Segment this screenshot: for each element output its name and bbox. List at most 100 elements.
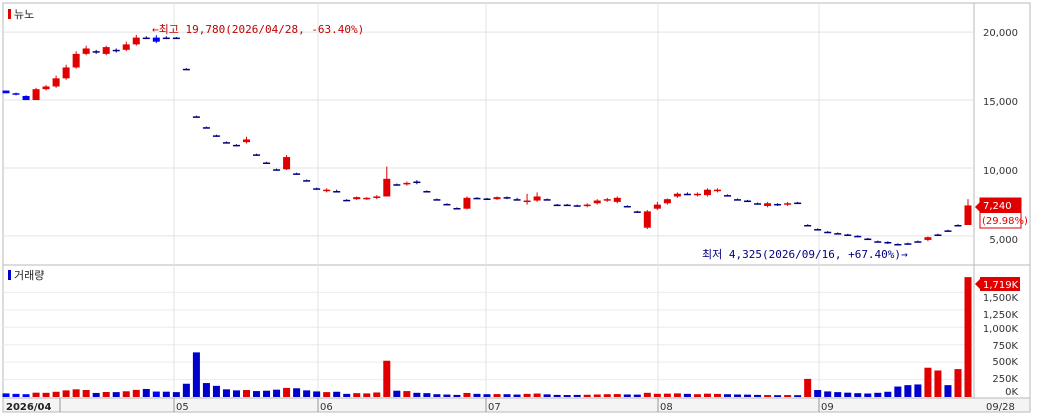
volume-bar [393,390,401,397]
low-annotation: 최저 4,325(2026/09/16, +67.40%)→ [702,248,908,261]
volume-bar [894,386,902,397]
volume-bar [453,394,461,397]
volume-bar [2,393,10,397]
candle-body [152,37,160,42]
volume-bar [142,388,150,397]
volume-tick-label: 1,250K [983,310,1019,321]
candle-body [453,208,461,210]
volume-bar [784,395,792,397]
volume-bar [192,352,200,397]
candle-body [72,53,80,68]
candle-body [734,199,742,201]
volume-bar [643,392,651,397]
candle-body [273,169,281,171]
candle-body [222,142,230,144]
volume-bar [152,391,160,397]
candle-body [543,199,551,201]
volume-bar [463,392,471,397]
candle-body [162,37,170,40]
volume-bar [102,391,110,397]
volume-bar [764,395,772,397]
candle-body [643,211,651,228]
candle-body [744,200,752,203]
candle-body [954,224,962,227]
candle-body [212,135,220,137]
candle-body [102,47,110,54]
volume-tick-label: 750K [992,341,1018,352]
candle-body [814,229,822,231]
volume-bar [323,392,331,397]
volume-bar [92,392,100,397]
candle-body [413,181,421,184]
volume-bar [683,393,691,397]
volume-bar [633,394,641,397]
volume-bar [363,393,371,397]
candle-body [874,241,882,243]
price-panel-title: 뉴노 [14,8,34,21]
volume-bar [794,395,802,397]
volume-bar [423,393,431,397]
volume-bar [944,385,952,397]
x-axis-label: 07 [488,402,501,413]
volume-bar [12,393,20,397]
volume-bar [242,390,251,397]
candle-body [764,203,772,206]
volume-bar [824,391,832,397]
candle-body [52,78,60,87]
candle-body [263,162,271,165]
volume-bar [734,394,742,397]
volume-bar [513,394,521,397]
volume-bar [503,394,511,397]
candle-body [784,203,792,205]
candle-body [92,51,100,53]
candle-body [934,234,942,236]
x-axis-label: 09 [821,402,834,413]
candle-body [353,197,361,200]
candle-body [433,199,441,201]
candle-body [82,48,90,54]
volume-bar [433,394,441,397]
candle-body [423,191,431,193]
candle-body [964,205,972,225]
candle-body [142,37,150,40]
price-tick-label: 10,000 [983,166,1018,177]
candle-body [253,154,261,156]
candle-body [633,211,641,213]
volume-bar [313,391,321,397]
candle-body [202,127,210,129]
volume-bar [212,385,220,397]
candle-body [683,193,691,196]
volume-bar [533,393,541,397]
candle-body [583,204,591,207]
candle-body [483,198,491,200]
volume-bar [293,388,301,397]
volume-bar [573,394,581,397]
volume-bar [493,394,501,397]
volume-bar [162,391,170,397]
candle-body [172,37,180,40]
volume-bar [603,394,611,397]
volume-bar [483,394,491,397]
candle-body [303,180,311,182]
volume-bar [443,394,451,397]
volume-bar [202,383,210,397]
volume-bar [934,370,942,397]
volume-tick-label: 1,500K [983,293,1019,304]
volume-bar [413,392,421,397]
candle-body [343,199,351,202]
volume-bar [253,391,261,397]
price-tick-label: 5,000 [989,235,1018,246]
candle-body [463,197,471,209]
candle-body [864,238,872,241]
volume-panel-title: 거래량 [14,269,44,282]
x-axis-label: 09/28 [986,402,1015,413]
candle-body [914,241,922,243]
candle-body [613,197,621,202]
volume-bar [403,391,411,397]
candle-body [383,178,391,197]
candle-body [834,233,842,235]
volume-bar [723,394,732,397]
candle-body [62,67,70,79]
volume-bar [744,394,752,397]
volume-bar [553,394,561,397]
